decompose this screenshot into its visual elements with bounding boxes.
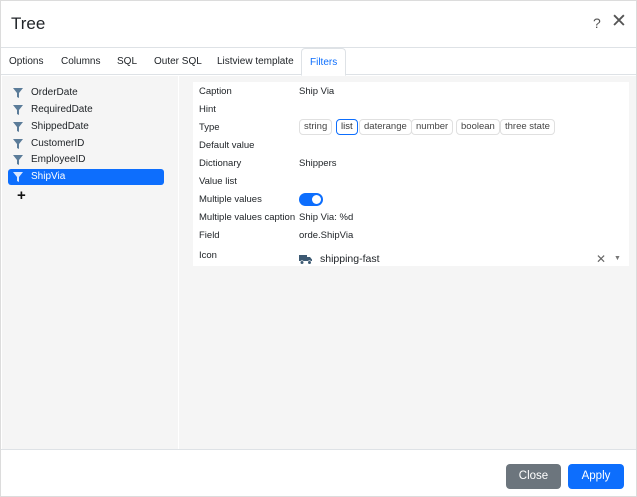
hint-label: Hint bbox=[199, 104, 216, 115]
type-options: string list daterange number boolean thr… bbox=[299, 119, 619, 135]
icon-select[interactable]: shipping-fast ✕ ▼ bbox=[299, 252, 625, 268]
filter-icon bbox=[13, 105, 23, 115]
tab-options[interactable]: Options bbox=[9, 48, 43, 75]
filter-icon bbox=[13, 139, 23, 149]
field-label: Field bbox=[199, 230, 220, 241]
type-option-string[interactable]: string bbox=[299, 119, 333, 135]
filter-icon bbox=[13, 122, 23, 132]
filter-item-requireddate[interactable]: RequiredDate bbox=[8, 102, 164, 118]
filter-item-shippeddate[interactable]: ShippedDate bbox=[8, 119, 164, 135]
dialog-header: Tree ? ✕ bbox=[1, 1, 636, 48]
multiple-values-label: Multiple values bbox=[199, 194, 262, 205]
type-label: Type bbox=[199, 122, 220, 133]
field-value[interactable]: orde.ShipVia bbox=[299, 230, 353, 241]
close-icon[interactable]: ✕ bbox=[611, 12, 627, 31]
filter-form: Caption Ship Via Hint Type string list d… bbox=[193, 82, 629, 266]
filter-item-label: OrderDate bbox=[31, 87, 78, 98]
type-option-list[interactable]: list bbox=[336, 119, 358, 135]
default-value-input[interactable] bbox=[299, 140, 499, 152]
help-icon[interactable]: ? bbox=[593, 15, 601, 31]
filter-editor: Caption Ship Via Hint Type string list d… bbox=[179, 76, 636, 449]
tab-outer-sql[interactable]: Outer SQL bbox=[154, 48, 202, 75]
close-button[interactable]: Close bbox=[506, 464, 561, 489]
dialog-footer: Close Apply bbox=[1, 449, 636, 496]
filter-item-label: CustomerID bbox=[31, 138, 85, 149]
multiple-values-caption-label: Multiple values caption bbox=[199, 212, 296, 223]
dialog-title: Tree bbox=[11, 14, 46, 33]
filter-icon bbox=[13, 172, 23, 182]
toggle-knob bbox=[312, 195, 321, 204]
hint-value[interactable] bbox=[299, 104, 499, 116]
clear-icon[interactable]: ✕ bbox=[596, 252, 606, 266]
filter-item-label: ShipVia bbox=[31, 171, 66, 182]
value-list-input[interactable] bbox=[299, 176, 499, 188]
tab-columns[interactable]: Columns bbox=[61, 48, 100, 75]
filter-icon bbox=[13, 155, 23, 165]
tab-filters[interactable]: Filters bbox=[301, 48, 347, 76]
filter-item-label: RequiredDate bbox=[31, 104, 93, 115]
filter-item-employeeid[interactable]: EmployeeID bbox=[8, 152, 164, 168]
type-option-boolean[interactable]: boolean bbox=[456, 119, 500, 135]
multiple-values-toggle[interactable] bbox=[299, 193, 323, 206]
type-option-daterange[interactable]: daterange bbox=[359, 119, 412, 135]
caption-value[interactable]: Ship Via bbox=[299, 86, 334, 97]
type-option-three-state[interactable]: three state bbox=[500, 119, 555, 135]
filter-item-orderdate[interactable]: OrderDate bbox=[8, 85, 164, 101]
add-filter-icon[interactable]: + bbox=[17, 188, 26, 203]
apply-button[interactable]: Apply bbox=[568, 464, 624, 489]
icon-select-value: shipping-fast bbox=[320, 253, 380, 265]
type-option-number[interactable]: number bbox=[411, 119, 454, 135]
value-list-label: Value list bbox=[199, 176, 237, 187]
multiple-values-caption-value[interactable]: Ship Via: %d bbox=[299, 212, 353, 223]
icon-label: Icon bbox=[199, 250, 217, 261]
tab-listview-template[interactable]: Listview template bbox=[217, 48, 294, 75]
tab-bar: Options Columns SQL Outer SQL Listview t… bbox=[1, 48, 636, 76]
filter-item-label: ShippedDate bbox=[31, 121, 89, 132]
dictionary-value[interactable]: Shippers bbox=[299, 158, 337, 169]
filter-list: OrderDate RequiredDate ShippedDate Custo… bbox=[2, 76, 178, 449]
truck-icon bbox=[299, 255, 312, 265]
tree-dialog: Tree ? ✕ Options Columns SQL Outer SQL L… bbox=[0, 0, 637, 497]
filter-icon bbox=[13, 88, 23, 98]
dictionary-label: Dictionary bbox=[199, 158, 242, 169]
caption-label: Caption bbox=[199, 86, 232, 97]
filter-item-shipvia[interactable]: ShipVia bbox=[8, 169, 164, 185]
tab-sql[interactable]: SQL bbox=[117, 48, 137, 75]
default-value-label: Default value bbox=[199, 140, 255, 151]
filter-item-customerid[interactable]: CustomerID bbox=[8, 136, 164, 152]
chevron-down-icon[interactable]: ▼ bbox=[614, 255, 621, 262]
filter-item-label: EmployeeID bbox=[31, 154, 86, 165]
